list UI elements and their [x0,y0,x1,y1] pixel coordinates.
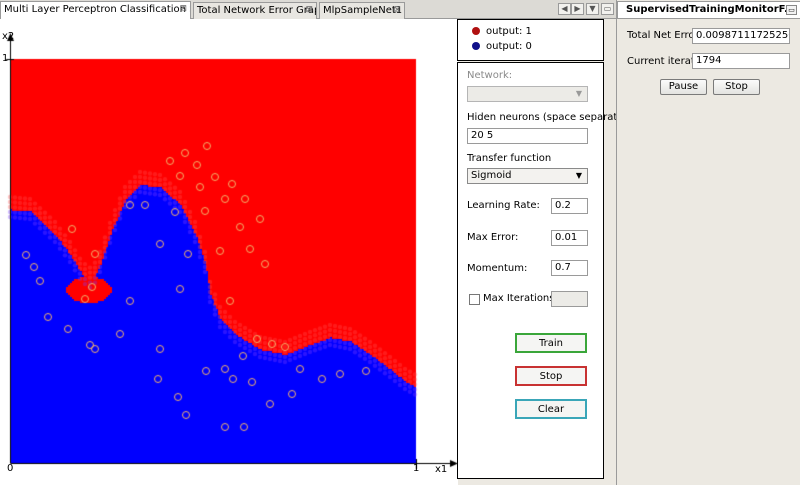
editor-tab-bar: Multi Layer Perceptron Classification Sa… [0,0,616,20]
hidden-neurons-input[interactable]: 20 5 [467,128,588,144]
minimize-window-icon[interactable]: ▭ [601,3,614,15]
transfer-function-label: Transfer function [467,153,552,164]
hidden-neurons-label: Hiden neurons (space separated) [467,112,634,123]
blue-dot-icon [472,42,480,50]
tab-label: Multi Layer Perceptron Classification Sa… [4,4,190,15]
scroll-right-icon[interactable]: ▶ [571,3,584,15]
close-icon[interactable]: ⊠ [305,3,313,18]
training-settings-panel: Network: ▼ Hiden neurons (space separate… [457,62,634,479]
legend-item-output-0: output: 0 [472,41,532,52]
stop-button[interactable]: Stop [515,366,587,386]
y-tick-label: 1 [2,53,9,64]
origin-label: 0 [7,463,14,474]
scroll-left-icon[interactable]: ◀ [558,3,571,15]
close-icon[interactable]: ⊠ [179,2,187,17]
current-iteration-field: 1794 [692,53,790,69]
x-tick-label: 1 [413,463,420,474]
minimize-window-icon[interactable]: ▭ [786,5,797,15]
network-label: Network: [467,70,513,81]
transfer-function-select[interactable]: Sigmoid ▼ [467,168,588,184]
learning-rate-label: Learning Rate: [467,200,540,211]
red-dot-icon [472,27,480,35]
tab-mlpsamplenet1[interactable]: MlpSampleNet1 ⊠ [319,2,405,19]
tab-total-network-error-graph[interactable]: Total Network Error Graph ⊠ [193,2,317,19]
total-net-error-field: 0.009871117252500568 [692,28,790,44]
chevron-down-icon: ▼ [575,171,582,180]
momentum-label: Momentum: [467,263,528,274]
max-iterations-checkbox[interactable] [469,294,480,305]
decision-boundary-canvas[interactable] [0,19,458,485]
chevron-down-icon: ▼ [575,89,582,98]
train-button[interactable]: Train [515,333,587,353]
monitor-stop-button[interactable]: Stop [713,79,760,95]
legend-label: output: 1 [486,26,532,37]
legend-item-output-1: output: 1 [472,26,532,37]
learning-rate-input[interactable]: 0.2 [551,198,588,214]
y-axis-label: x2 [2,31,15,42]
max-error-input[interactable]: 0.01 [551,230,588,246]
legend: output: 1 output: 0 [457,19,604,61]
pause-button[interactable]: Pause [660,79,707,95]
max-iterations-input[interactable] [551,291,588,307]
tab-list-dropdown-icon[interactable]: ▼ [586,3,599,15]
tab-mlp-classification-sample[interactable]: Multi Layer Perceptron Classification Sa… [0,1,191,20]
max-error-label: Max Error: [467,232,519,243]
monitor-title-bar: SupervisedTrainingMonitorF... ▭ [617,1,800,19]
classification-plot-area[interactable]: x2 1 0 1 x1 [0,19,458,485]
training-monitor-window: SupervisedTrainingMonitorF... ▭ Total Ne… [616,0,800,485]
total-net-error-label: Total Net Error [627,30,699,41]
monitor-title: SupervisedTrainingMonitorF... [626,4,796,15]
tab-label: MlpSampleNet1 [323,5,403,16]
momentum-input[interactable]: 0.7 [551,260,588,276]
max-iterations-label: Max Iterations: [483,293,558,304]
network-select[interactable]: ▼ [467,86,588,102]
x-axis-label: x1 [435,464,448,475]
clear-button[interactable]: Clear [515,399,587,419]
legend-label: output: 0 [486,41,532,52]
close-icon[interactable]: ⊠ [393,3,401,18]
tab-label: Total Network Error Graph [197,5,317,16]
